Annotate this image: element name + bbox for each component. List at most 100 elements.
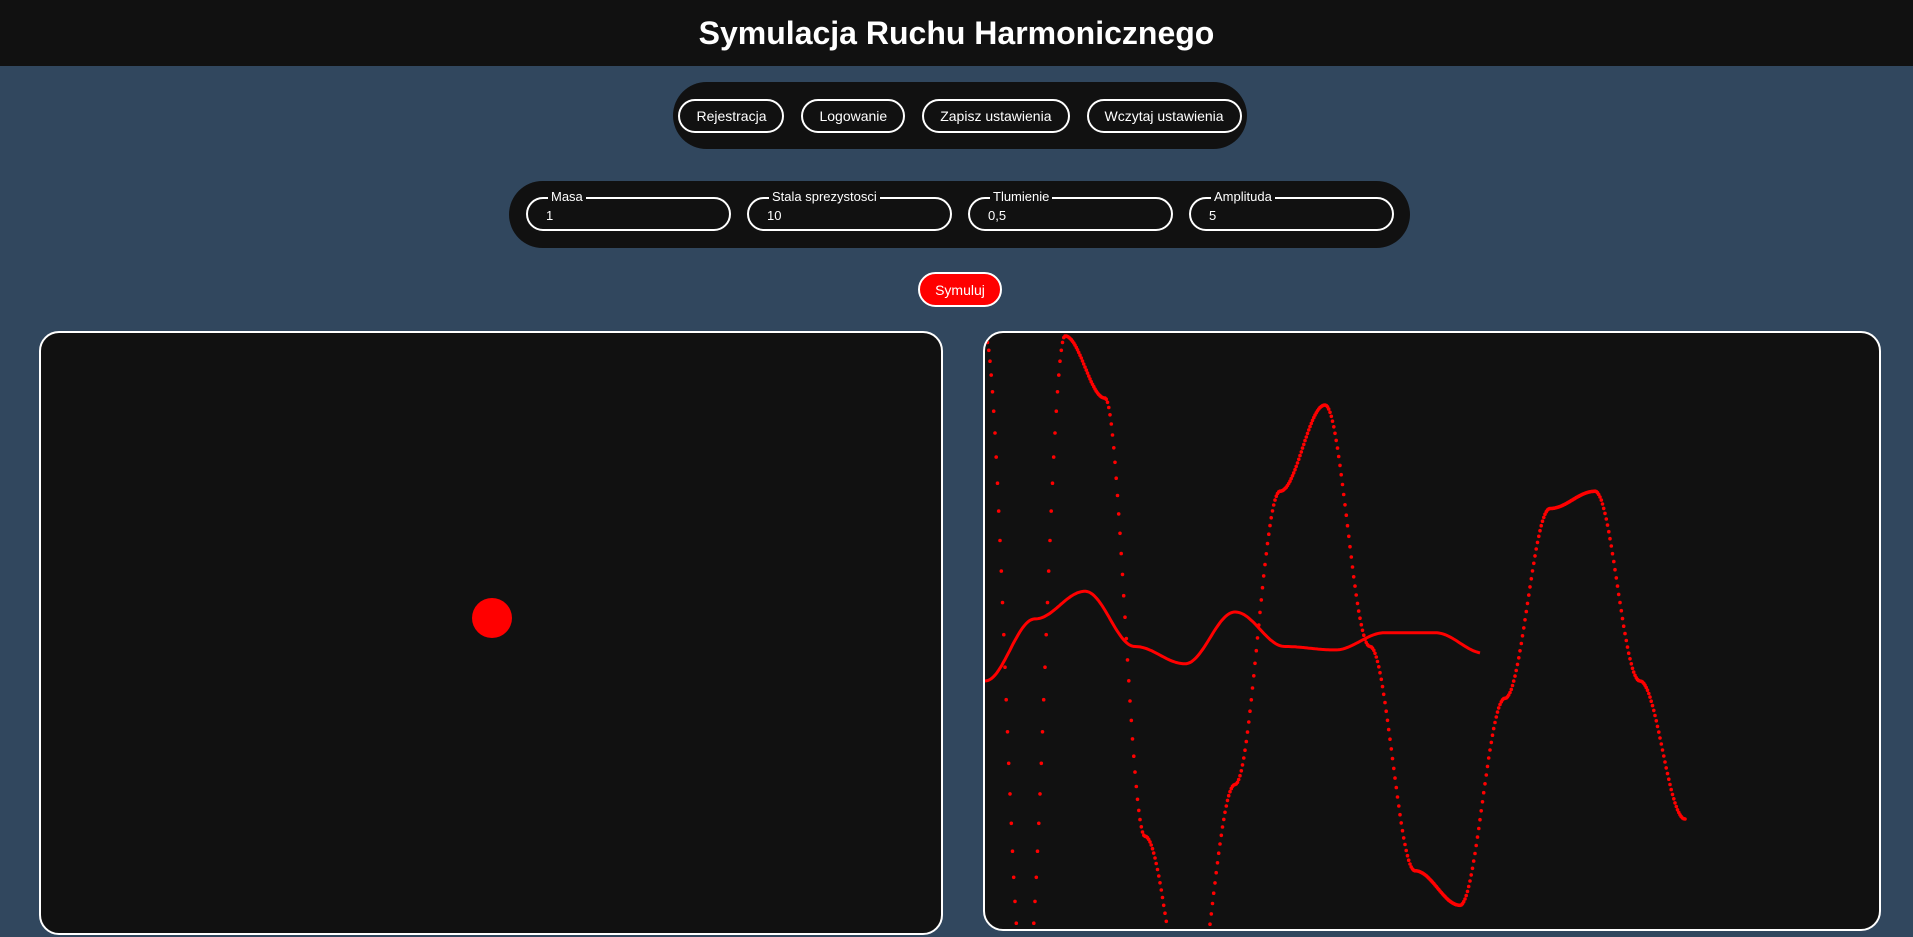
dotted-series-point [1647, 691, 1651, 696]
dotted-series-point [1159, 888, 1164, 892]
dotted-series-point [1055, 390, 1060, 394]
mass-field[interactable]: Masa 1 [526, 190, 731, 231]
dotted-series-point [1344, 513, 1349, 517]
dotted-series-point [996, 509, 1001, 513]
dotted-series-point [1662, 754, 1666, 758]
dotted-series-point [1395, 795, 1400, 799]
dotted-series-point [1333, 431, 1337, 436]
dotted-series-point [1249, 698, 1254, 702]
dotted-series-point [1236, 777, 1241, 782]
dotted-series-point [985, 335, 988, 340]
dotted-series-point [1013, 899, 1017, 904]
dotted-series-point [1338, 463, 1342, 468]
dotted-series-point [1345, 523, 1350, 528]
dotted-series-point [1163, 911, 1167, 915]
dotted-series-point [1674, 804, 1679, 809]
dotted-series-point [1603, 511, 1607, 516]
dotted-series-point [1115, 493, 1120, 498]
dotted-series-point [1398, 812, 1402, 817]
dotted-series-point [1002, 632, 1006, 637]
damping-input[interactable]: 0,5 [988, 208, 1006, 223]
amplitude-field[interactable]: Amplituda 5 [1189, 190, 1394, 231]
dotted-series-point [1614, 576, 1619, 580]
dotted-series-point [1667, 777, 1671, 781]
dotted-series-point [1388, 737, 1392, 741]
dotted-series-point [1519, 641, 1524, 646]
dotted-series-point [1538, 528, 1542, 533]
dotted-series-point [990, 390, 995, 394]
dotted-series-point [1259, 598, 1264, 602]
dotted-series-point [1134, 784, 1139, 789]
dotted-series-point [1005, 730, 1010, 734]
dotted-series [985, 334, 1687, 926]
dotted-series-point [1465, 889, 1470, 894]
dotted-series-point [1326, 407, 1331, 411]
dotted-series-point [1116, 512, 1121, 516]
dotted-series-point [1127, 679, 1131, 683]
dotted-series-point [1004, 697, 1008, 702]
dotted-series-point [1244, 739, 1249, 744]
dotted-series-point [1513, 674, 1517, 678]
dotted-series-point [1626, 651, 1631, 655]
dotted-series-point [1248, 709, 1252, 713]
dotted-series-point [1294, 464, 1298, 469]
dotted-series-point [1655, 724, 1660, 729]
dotted-series-point [1218, 842, 1222, 846]
dotted-series-point [1150, 846, 1155, 851]
dotted-series-point [1303, 438, 1307, 443]
dotted-series-point [1225, 798, 1230, 803]
dotted-series-point [1011, 875, 1016, 880]
dotted-series-point [1653, 713, 1657, 718]
mass-input[interactable]: 1 [546, 208, 553, 223]
load-settings-button[interactable]: Wczytaj ustawienia [1086, 98, 1242, 133]
dotted-series-point [1048, 538, 1052, 543]
dotted-series-point [1474, 843, 1478, 848]
dotted-series-point [1401, 836, 1406, 840]
dotted-series-point [1354, 593, 1358, 597]
dotted-series-point [999, 569, 1004, 573]
dotted-series-point [1379, 677, 1384, 682]
login-button[interactable]: Logowanie [801, 98, 906, 133]
dotted-series-point [1609, 544, 1614, 548]
dotted-series-point [1358, 616, 1362, 620]
dotted-series-point [1293, 467, 1297, 472]
dotted-series-point [1129, 718, 1134, 723]
dotted-series-point [1664, 766, 1668, 770]
dotted-series-point [1114, 476, 1118, 480]
dotted-series-point [1475, 835, 1480, 839]
dotted-series-point [1228, 789, 1232, 794]
dotted-series-point [1610, 551, 1615, 556]
dotted-series-point [1493, 720, 1497, 725]
simulate-button[interactable]: Symuluj [918, 272, 1002, 307]
dotted-series-point [1362, 633, 1366, 637]
dotted-series-point [1356, 609, 1361, 613]
dotted-series-point [1128, 699, 1132, 703]
spring-constant-field[interactable]: Stala sprezystosci 10 [747, 190, 952, 231]
dotted-series-point [1157, 874, 1161, 878]
dotted-series-point [1216, 851, 1221, 855]
dotted-series-point [1155, 867, 1160, 872]
dotted-series-point [1120, 572, 1125, 577]
register-button[interactable]: Rejestracja [678, 98, 785, 133]
dotted-series-point [1038, 792, 1042, 796]
dotted-series-point [1243, 748, 1247, 752]
dotted-series-point [1604, 517, 1609, 521]
dotted-series-point [1616, 592, 1621, 597]
dotted-series-point [1489, 740, 1494, 745]
save-settings-button[interactable]: Zapisz ustawienia [922, 98, 1070, 133]
dotted-series-point [1238, 773, 1242, 778]
dotted-series-point [1672, 797, 1676, 801]
dotted-series-point [1053, 431, 1057, 435]
dotted-series-point [1304, 435, 1309, 439]
dotted-series-point [1532, 561, 1536, 566]
dotted-series-point [985, 340, 990, 345]
dotted-series-point [1483, 782, 1487, 786]
dotted-series-point [998, 538, 1002, 543]
animation-canvas [39, 331, 943, 935]
dotted-series-point [1517, 656, 1521, 660]
dotted-series-point [1220, 825, 1225, 829]
amplitude-input[interactable]: 5 [1209, 208, 1216, 223]
damping-field[interactable]: Tlumienie 0,5 [968, 190, 1173, 231]
dotted-series-point [1268, 523, 1272, 528]
spring-constant-input[interactable]: 10 [767, 208, 781, 223]
